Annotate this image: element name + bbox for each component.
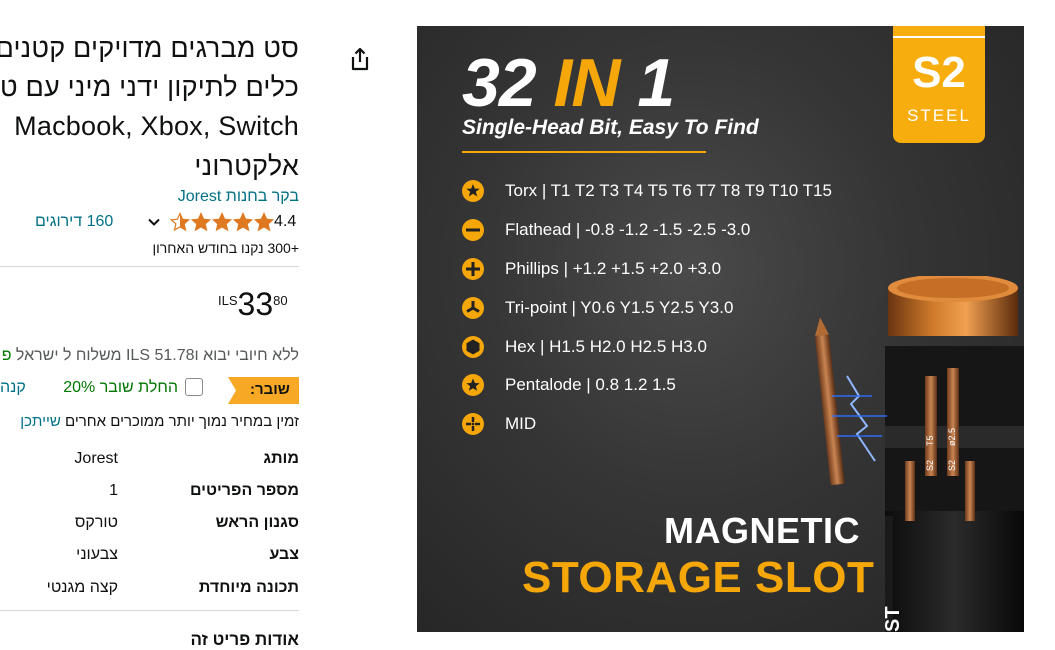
bit-row-torx: Torx | T1 T2 T3 T4 T5 T6 T7 T8 T9 T10 T1… xyxy=(461,179,832,203)
subtitle-underline xyxy=(462,151,706,153)
bought-count: +300 נקנו בחודש האחרון xyxy=(152,240,299,256)
store-link[interactable]: בקר בחנות Jorest xyxy=(178,188,299,206)
share-icon[interactable] xyxy=(345,44,375,74)
coupon-apply-label[interactable]: החלת שובר 20% xyxy=(63,379,178,397)
headline-32: 32 xyxy=(462,45,554,121)
title-line-1: סט מברגים מדויקים קטנים xyxy=(0,33,299,63)
headline-1: 1 xyxy=(619,45,675,121)
bit-row-mid: MID xyxy=(461,412,536,436)
badge-sub: STEEL xyxy=(907,106,971,125)
star-full-icon xyxy=(254,212,274,232)
coupon-terms-link[interactable]: קנה xyxy=(0,379,26,397)
price-fraction: 80 xyxy=(273,293,288,308)
handle-label: ø2.5 xyxy=(947,428,957,446)
bit-text: Tri-point | Y0.6 Y1.5 Y2.5 Y3.0 xyxy=(505,298,734,317)
bit-text: Pentalode | 0.8 1.2 1.5 xyxy=(505,375,676,394)
bit-text: Torx | T1 T2 T3 T4 T5 T6 T7 T8 T9 T10 T1… xyxy=(505,181,832,200)
price: ILS 33 80 xyxy=(218,285,288,325)
coupon-checkbox[interactable] xyxy=(185,378,203,396)
bit-row-phillips: Phillips | +1.2 +1.5 +2.0 +3.0 xyxy=(461,257,721,281)
spec-value: טורקס xyxy=(74,514,118,531)
handle-label: ST xyxy=(882,606,904,632)
shipping-text: ללא חיובי יבוא ו‏ILS 51.78 משלוח ל ישראל xyxy=(15,347,299,364)
shipping-info: ללא חיובי יבוא ו‏ILS 51.78 משלוח ל ישראל… xyxy=(2,347,299,365)
title-line-4: אלקטרוני xyxy=(194,151,299,181)
bit-text: Hex | H1.5 H2.0 H2.5 H3.0 xyxy=(505,337,707,356)
product-image[interactable]: 32 IN 1 Single-Head Bit, Easy To Find S2… xyxy=(417,26,1024,632)
mid-icon xyxy=(462,413,484,435)
badge-band xyxy=(893,36,985,38)
title-line-3: Macbook, Xbox, Switch xyxy=(14,111,299,141)
spec-value: 1 xyxy=(109,482,118,499)
handle-label: S2 xyxy=(925,460,935,471)
image-subtitle: Single-Head Bit, Easy To Find xyxy=(462,116,759,139)
other-sellers-text: זמין במחיר נמוך יותר ממוכרים אחרים xyxy=(60,413,299,430)
headline-in: IN xyxy=(553,45,621,121)
pentalobe-icon xyxy=(462,374,484,396)
phillips-icon xyxy=(462,258,484,280)
tri-point-icon xyxy=(462,297,484,319)
star-full-icon xyxy=(233,212,253,232)
spec-key: מותג xyxy=(263,450,299,467)
spec-value: Jorest xyxy=(74,450,118,467)
rating-value: 4.4 xyxy=(274,213,297,230)
spec-value: צבעוני xyxy=(76,546,118,563)
handle-label: T5 xyxy=(925,435,935,446)
spec-key: מספר הפריטים xyxy=(189,482,299,499)
star-full-icon xyxy=(191,212,211,232)
divider xyxy=(0,266,299,267)
spec-value: קצה מגנטי xyxy=(46,579,118,596)
rating-stars[interactable] xyxy=(170,212,274,232)
shipping-details-link[interactable]: פ xyxy=(2,347,12,364)
price-currency: ILS xyxy=(218,293,238,308)
s2-steel-badge: S2 STEEL xyxy=(893,26,985,143)
bit-row-flathead: Flathead | -0.8 -1.2 -1.5 -2.5 -3.0 xyxy=(461,218,750,242)
storage-slot-label: STORAGE SLOT xyxy=(522,553,875,602)
flathead-icon xyxy=(462,219,484,241)
coupon-badge-label: שובר: xyxy=(250,381,290,398)
star-full-icon xyxy=(212,212,232,232)
other-sellers-link[interactable]: שייתכן xyxy=(20,413,61,430)
bit-row-pentalobe: Pentalode | 0.8 1.2 1.5 xyxy=(461,373,676,397)
handle-label: S2 xyxy=(947,460,957,471)
star-half-icon xyxy=(170,212,190,232)
divider xyxy=(0,610,299,611)
image-headline: 32 IN 1 xyxy=(462,44,675,122)
hex-icon xyxy=(462,336,484,358)
reviews-link[interactable]: 160 דירוגים xyxy=(35,213,113,231)
about-heading: אודות פריט זה xyxy=(190,630,299,649)
torx-icon xyxy=(462,180,484,202)
bit-row-hex: Hex | H1.5 H2.0 H2.5 H3.0 xyxy=(461,335,707,359)
badge-main: S2 xyxy=(912,48,966,97)
bit-text: Phillips | +1.2 +1.5 +2.0 +3.0 xyxy=(505,259,722,278)
magnetic-label: MAGNETIC xyxy=(664,510,860,551)
title-line-2: כלים לתיקון ידני מיני עם ט xyxy=(0,72,299,102)
spec-key: תכונה מיוחדת xyxy=(198,579,299,596)
price-whole: 33 xyxy=(237,286,274,322)
chevron-down-icon[interactable] xyxy=(147,215,161,229)
bit-row-tripoint: Tri-point | Y0.6 Y1.5 Y2.5 Y3.0 xyxy=(461,296,733,320)
other-sellers: זמין במחיר נמוך יותר ממוכרים אחרים שייתכ… xyxy=(20,413,299,430)
coupon-badge: שובר: xyxy=(228,377,299,404)
bit-text: MID xyxy=(505,414,537,433)
spec-key: סגנון הראש xyxy=(215,514,299,531)
spec-key: צבע xyxy=(269,546,299,563)
bit-text: Flathead | -0.8 -1.2 -1.5 -2.5 -3.0 xyxy=(505,220,751,239)
